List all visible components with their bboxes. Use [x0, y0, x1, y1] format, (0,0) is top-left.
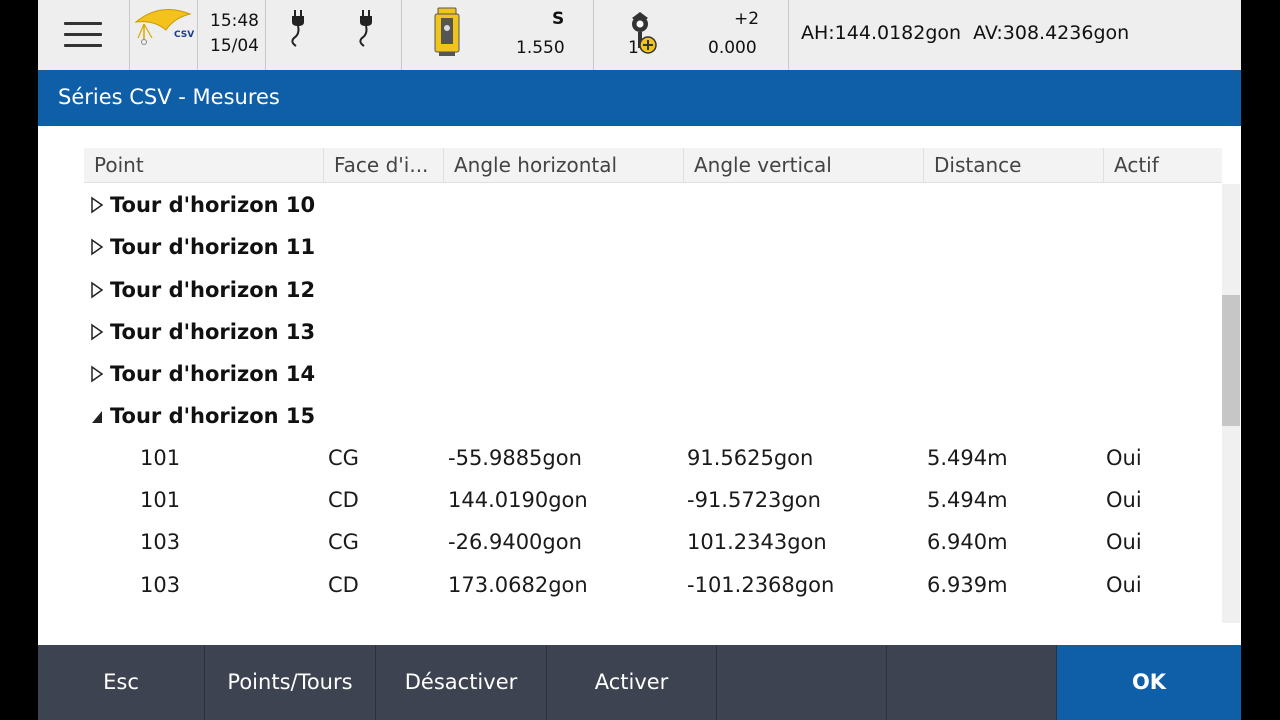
face-indicator: S — [552, 9, 565, 29]
cell-vertical-angle: 91.5625gon — [687, 445, 814, 470]
column-header-horizontal-angle[interactable]: Angle horizontal — [444, 148, 684, 183]
table-body: Tour d'horizon 10 Tour d'horizon 11 Tour… — [84, 184, 1222, 607]
angle-readout-text: AH:144.0182gon AV:308.4236gon — [801, 22, 1130, 44]
cell-active: Oui — [1106, 445, 1142, 470]
target-number: 1 — [628, 38, 639, 58]
menu-button[interactable] — [38, 0, 130, 70]
measurements-table: Point Face d'i... Angle horizontal Angle… — [84, 148, 1240, 623]
clock-time: 15:48 — [210, 11, 259, 31]
cell-horizontal-angle: -55.9885gon — [448, 445, 582, 470]
round-label: Tour d'horizon 12 — [110, 277, 316, 302]
vertical-scrollbar[interactable] — [1222, 184, 1240, 623]
round-group-row[interactable]: Tour d'horizon 12 — [84, 269, 1222, 311]
cell-distance: 6.939m — [927, 572, 1008, 597]
round-group-row[interactable]: Tour d'horizon 11 — [84, 226, 1222, 268]
prism-constant: +2 — [734, 9, 760, 29]
status-bar: CSV 15:48 15/04 S 1.550 1 +2 0.000 AH:14… — [38, 0, 1241, 70]
esc-button[interactable]: Esc — [38, 645, 205, 720]
cell-vertical-angle: -101.2368gon — [687, 572, 835, 597]
plug-icon — [359, 10, 372, 47]
activate-button[interactable]: Activer — [547, 645, 717, 720]
cell-active: Oui — [1106, 488, 1142, 513]
expand-triangle-icon[interactable] — [90, 281, 104, 299]
instrument-height: 1.550 — [516, 38, 565, 58]
cell-point: 103 — [140, 530, 181, 555]
round-group-row[interactable]: Tour d'horizon 13 — [84, 311, 1222, 353]
cell-distance: 6.940m — [927, 530, 1008, 555]
deactivate-button[interactable]: Désactiver — [376, 645, 547, 720]
cell-face: CD — [328, 488, 359, 513]
target-height: 0.000 — [708, 38, 757, 58]
expand-triangle-icon[interactable] — [90, 365, 104, 383]
cell-vertical-angle: 101.2343gon — [687, 530, 827, 555]
round-label: Tour d'horizon 13 — [110, 319, 316, 344]
expand-triangle-icon[interactable] — [90, 196, 104, 214]
cell-vertical-angle: -91.5723gon — [687, 488, 821, 513]
cell-active: Oui — [1106, 572, 1142, 597]
cell-face: CG — [328, 445, 359, 470]
column-header-face[interactable]: Face d'i... — [324, 148, 444, 183]
round-group-row[interactable]: Tour d'horizon 14 — [84, 353, 1222, 395]
app-window: CSV 15:48 15/04 S 1.550 1 +2 0.000 AH:14… — [38, 0, 1241, 720]
power-status[interactable] — [266, 0, 402, 70]
plug-icon — [291, 10, 304, 47]
expand-triangle-icon[interactable] — [90, 238, 104, 256]
round-group-row-expanded[interactable]: Tour d'horizon 15 — [84, 395, 1222, 437]
cell-point: 103 — [140, 572, 181, 597]
total-station-icon — [434, 7, 460, 56]
page-title: Séries CSV - Mesures — [58, 85, 280, 109]
target-status[interactable]: 1 +2 0.000 — [594, 0, 789, 70]
table-row[interactable]: 103 CG -26.9400gon 101.2343gon 6.940m Ou… — [84, 522, 1222, 564]
round-group-row[interactable]: Tour d'horizon 10 — [84, 184, 1222, 226]
instrument-status[interactable]: S 1.550 — [402, 0, 594, 70]
table-row[interactable]: 101 CG -55.9885gon 91.5625gon 5.494m Oui — [84, 438, 1222, 480]
cell-face: CD — [328, 572, 359, 597]
softkey-bar: Esc Points/Tours Désactiver Activer OK — [38, 645, 1241, 720]
scrollbar-thumb[interactable] — [1222, 295, 1240, 426]
cell-active: Oui — [1106, 530, 1142, 555]
round-label: Tour d'horizon 14 — [110, 362, 316, 387]
cell-horizontal-angle: -26.9400gon — [448, 530, 582, 555]
column-header-active[interactable]: Actif — [1104, 148, 1222, 183]
cell-distance: 5.494m — [927, 488, 1008, 513]
table-row[interactable]: 101 CD 144.0190gon -91.5723gon 5.494m Ou… — [84, 480, 1222, 522]
table-row[interactable]: 103 CD 173.0682gon -101.2368gon 6.939m O… — [84, 565, 1222, 607]
clock[interactable]: 15:48 15/04 — [198, 0, 266, 70]
column-header-distance[interactable]: Distance — [924, 148, 1104, 183]
cell-point: 101 — [140, 445, 181, 470]
empty-softkey — [887, 645, 1057, 720]
round-label: Tour d'horizon 10 — [110, 193, 316, 217]
table-header: Point Face d'i... Angle horizontal Angle… — [84, 148, 1222, 183]
expand-triangle-icon[interactable] — [90, 323, 104, 341]
round-label: Tour d'horizon 15 — [110, 404, 316, 429]
cell-horizontal-angle: 144.0190gon — [448, 488, 588, 513]
title-bar: Séries CSV - Mesures — [38, 70, 1241, 126]
cell-distance: 5.494m — [927, 445, 1008, 470]
job-logo[interactable]: CSV — [130, 0, 198, 70]
logo-label: CSV — [174, 30, 195, 40]
round-label: Tour d'horizon 11 — [110, 235, 316, 260]
clock-date: 15/04 — [210, 36, 259, 56]
cell-point: 101 — [140, 488, 181, 513]
cell-horizontal-angle: 173.0682gon — [448, 572, 588, 597]
ok-button[interactable]: OK — [1057, 645, 1241, 720]
angle-readout[interactable]: AH:144.0182gon AV:308.4236gon — [789, 0, 1241, 70]
empty-softkey — [717, 645, 887, 720]
cell-face: CG — [328, 530, 359, 555]
points-tours-button[interactable]: Points/Tours — [205, 645, 376, 720]
collapse-triangle-icon[interactable] — [90, 407, 104, 425]
column-header-vertical-angle[interactable]: Angle vertical — [684, 148, 924, 183]
column-header-point[interactable]: Point — [84, 148, 324, 183]
